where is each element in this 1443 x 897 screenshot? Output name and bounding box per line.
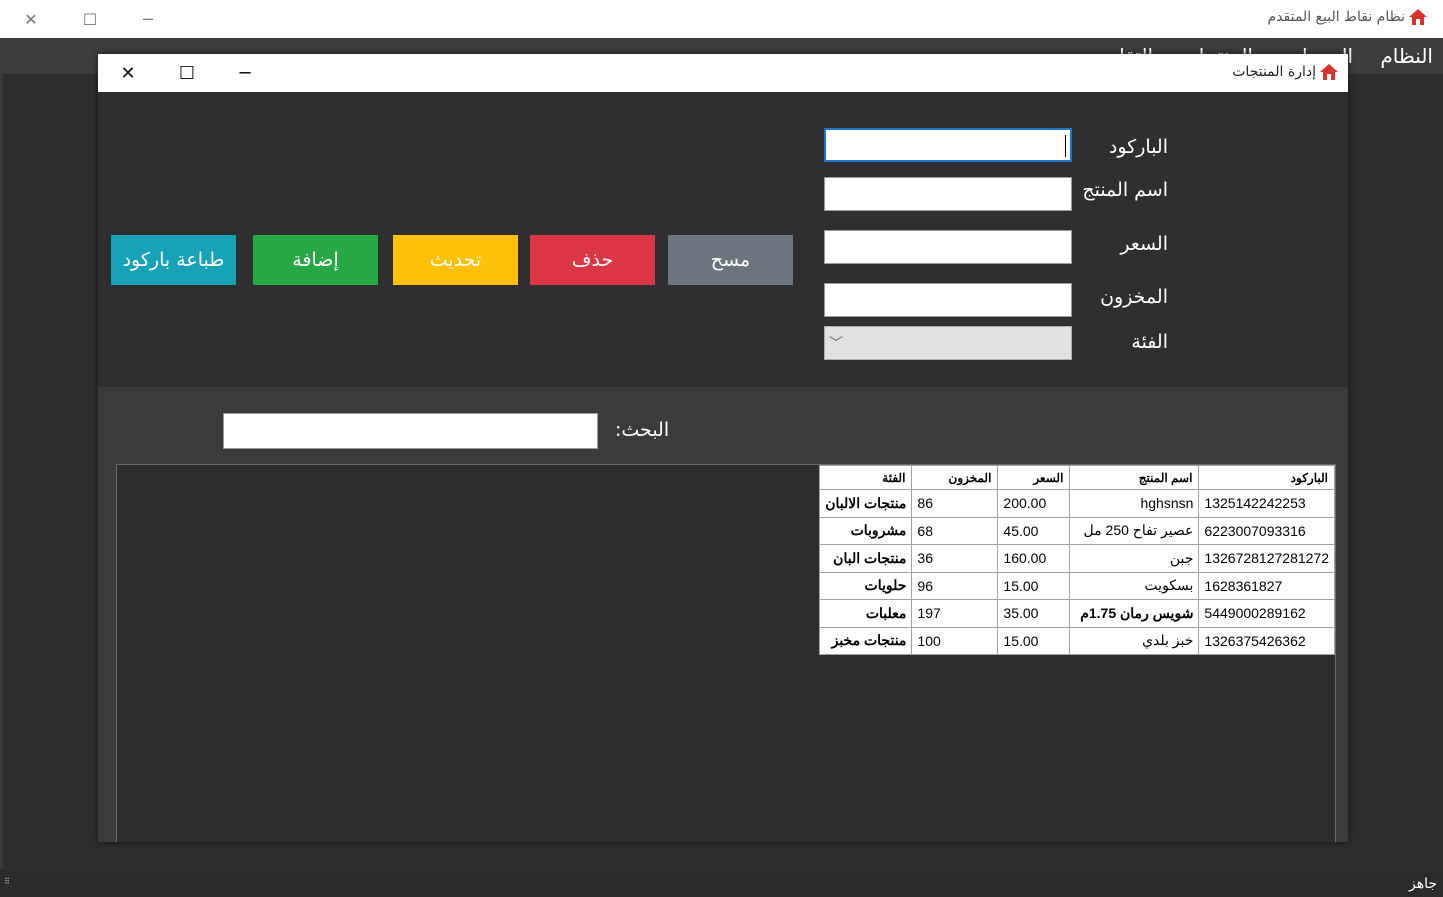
products-grid[interactable]: الباركود اسم المنتج السعر المخزون الفئة … [116,464,1336,842]
print-barcode-button[interactable]: طباعة باركود [111,235,236,285]
app-titlebar: ✕ ☐ ─ نظام نقاط البيع المتقدم [0,0,1443,38]
products-window-title: إدارة المنتجات [1232,64,1316,80]
text-caret [1065,135,1066,157]
cell-category: منتجات البان [819,544,913,573]
cell-stock: 86 [911,489,999,518]
cell-name: hghsnsn [1069,489,1200,518]
cell-name: بسكويت [1069,571,1200,600]
cell-category: حلويات [819,571,913,600]
cell-price: 15.00 [997,571,1071,600]
price-input[interactable] [824,230,1072,264]
stock-input[interactable] [824,283,1072,317]
cell-price: 45.00 [997,516,1071,545]
table-header-row: الباركود اسم المنتج السعر المخزون الفئة [819,465,1335,490]
search-label: البحث: [615,419,670,441]
column-header-name[interactable]: اسم المنتج [1069,465,1200,490]
home-icon [1320,64,1338,80]
products-window-titlebar: ✕ ☐ ─ إدارة المنتجات [98,54,1348,92]
cell-stock: 197 [911,599,999,628]
barcode-label: الباركود [1108,136,1168,158]
cell-price: 35.00 [997,599,1071,628]
barcode-input[interactable] [824,128,1072,162]
resize-grip-icon[interactable]: ⠿ [4,878,18,893]
category-select[interactable]: ﹀ [824,326,1072,360]
cell-price: 15.00 [997,626,1071,655]
stock-label: المخزون [1100,286,1168,308]
cell-category: معلبات [819,599,913,628]
table-row[interactable]: 1628361827 بسكويت 15.00 96 حلويات [819,571,1335,600]
cell-name: خبز بلدي [1069,626,1200,655]
app-close-button[interactable]: ✕ [8,4,54,34]
cell-category: منتجات الالبان [819,489,913,518]
cell-barcode: 1628361827 [1198,571,1335,600]
column-header-price[interactable]: السعر [997,465,1071,490]
menu-item-system[interactable]: النظام [1380,44,1433,68]
products-maximize-button[interactable]: ☐ [164,58,210,88]
products-minimize-button[interactable]: ─ [222,58,268,88]
cell-barcode: 6223007093316 [1198,516,1335,545]
app-title: نظام نقاط البيع المتقدم [1267,9,1405,25]
table-row[interactable]: 5449000289162 شويس رمان 1.75م 35.00 197 … [819,599,1335,628]
delete-button[interactable]: حذف [530,235,655,285]
cell-name: شويس رمان 1.75م [1069,599,1200,628]
cell-barcode: 1325142242253 [1198,489,1335,518]
cell-category: منتجات مخبز [819,626,913,655]
app-minimize-button[interactable]: ─ [125,4,171,34]
products-window-title-area: إدارة المنتجات [1232,64,1338,80]
add-button[interactable]: إضافة [253,235,378,285]
cell-stock: 96 [911,571,999,600]
cell-barcode: 5449000289162 [1198,599,1335,628]
table-row[interactable]: 1326375426362 خبز بلدي 15.00 100 منتجات … [819,626,1335,655]
app-title-area: نظام نقاط البيع المتقدم [1268,9,1427,25]
search-input[interactable] [223,413,598,449]
column-header-barcode[interactable]: الباركود [1198,465,1335,490]
search-panel: البحث: الباركود اسم المنتج السعر المخزون… [98,387,1348,842]
table-row[interactable]: 1325142242253 hghsnsn 200.00 86 منتجات ا… [819,489,1335,518]
column-header-category[interactable]: الفئة [819,465,913,490]
status-text: جاهز [1408,876,1437,892]
table-row[interactable]: 6223007093316 عصير تفاح 250 مل 45.00 68 … [819,516,1335,545]
cell-stock: 68 [911,516,999,545]
update-button[interactable]: تحديث [393,235,518,285]
price-label: السعر [1120,233,1168,255]
cell-price: 160.00 [997,544,1071,573]
cell-name: عصير تفاح 250 مل [1069,516,1200,545]
cell-category: مشروبات [819,516,913,545]
cell-name: جبن [1069,544,1200,573]
cell-barcode: 1326375426362 [1198,626,1335,655]
table-row[interactable]: 1326728127281272 جبن 160.00 36 منتجات ال… [819,544,1335,573]
product-form-panel: الباركود اسم المنتج السعر المخزون الفئة … [98,92,1348,387]
cell-stock: 100 [911,626,999,655]
products-close-button[interactable]: ✕ [105,58,151,88]
cell-price: 200.00 [997,489,1071,518]
cell-stock: 36 [911,544,999,573]
category-label: الفئة [1131,331,1168,353]
column-header-stock[interactable]: المخزون [911,465,999,490]
product-name-label: اسم المنتج [1082,179,1168,201]
chevron-down-icon: ﹀ [829,336,843,352]
products-table: الباركود اسم المنتج السعر المخزون الفئة … [819,465,1335,655]
product-name-input[interactable] [824,177,1072,211]
cell-barcode: 1326728127281272 [1198,544,1335,573]
app-maximize-button[interactable]: ☐ [67,4,113,34]
products-window: ✕ ☐ ─ إدارة المنتجات الباركود اسم المنتج… [98,54,1348,842]
status-bar: ⠿ جاهز [0,869,1443,897]
mdi-client-edge [0,74,3,869]
home-icon [1409,9,1427,25]
clear-button[interactable]: مسح [668,235,793,285]
